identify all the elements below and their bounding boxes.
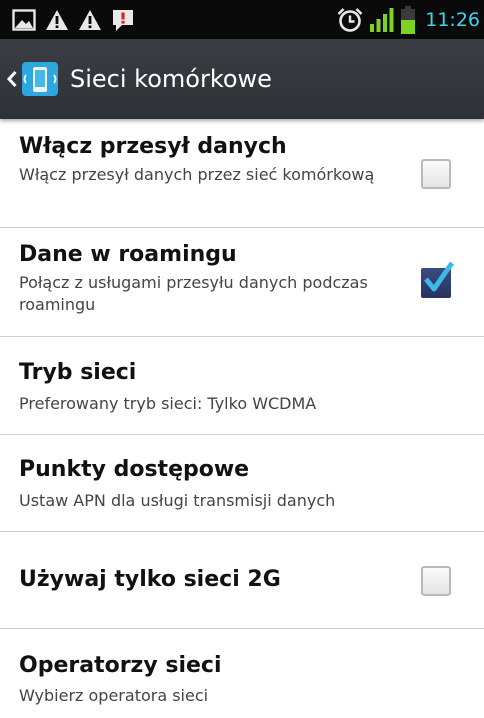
page-title: Sieci komórkowe xyxy=(70,65,272,93)
warning-icon xyxy=(79,9,101,30)
chevron-left-icon xyxy=(6,70,17,88)
action-bar: Sieci komórkowe xyxy=(0,39,484,119)
setting-network-operators[interactable]: Operatorzy sieci Wybierz operatora sieci xyxy=(0,629,484,718)
back-button[interactable] xyxy=(0,39,60,119)
message-alert-icon xyxy=(113,9,133,31)
notification-icons xyxy=(12,0,144,39)
checkmark-icon xyxy=(424,261,455,292)
status-bar: 11:26 xyxy=(0,0,484,39)
setting-enable-data[interactable]: Włącz przesył danych Włącz przesył danyc… xyxy=(0,119,484,228)
setting-summary: Preferowany tryb sieci: Tylko WCDMA xyxy=(19,394,317,413)
setting-access-points[interactable]: Punkty dostępowe Ustaw APN dla usługi tr… xyxy=(0,435,484,532)
setting-summary: Wybierz operatora sieci xyxy=(19,686,209,705)
setting-title: Punkty dostępowe xyxy=(19,457,250,482)
data-roaming-checkbox[interactable] xyxy=(421,261,455,298)
setting-use-2g-only[interactable]: Używaj tylko sieci 2G xyxy=(0,532,484,629)
setting-title: Tryb sieci xyxy=(19,360,137,385)
settings-list: Włącz przesył danych Włącz przesył danyc… xyxy=(0,119,484,718)
clock: 11:26 xyxy=(425,8,480,31)
alarm-clock-icon xyxy=(337,7,363,32)
setting-title: Włącz przesył danych xyxy=(19,134,287,159)
use-2g-only-checkbox[interactable] xyxy=(421,566,451,596)
battery-icon xyxy=(401,5,416,34)
setting-data-roaming[interactable]: Dane w roamingu Połącz z usługami przesy… xyxy=(0,228,484,337)
signal-bars-icon xyxy=(370,7,394,32)
warning-icon xyxy=(46,9,68,30)
mobile-network-icon xyxy=(22,62,58,96)
setting-summary: Połącz z usługami przesyłu danych podcza… xyxy=(19,273,368,314)
setting-summary: Włącz przesył danych przez sieć komórkow… xyxy=(19,165,375,184)
enable-data-checkbox[interactable] xyxy=(421,159,451,189)
setting-network-mode[interactable]: Tryb sieci Preferowany tryb sieci: Tylko… xyxy=(0,337,484,435)
system-status: 11:26 xyxy=(337,0,480,39)
setting-title: Używaj tylko sieci 2G xyxy=(19,567,281,592)
setting-title: Operatorzy sieci xyxy=(19,653,222,678)
setting-title: Dane w roamingu xyxy=(19,242,237,267)
setting-summary: Ustaw APN dla usługi transmisji danych xyxy=(19,491,336,510)
gallery-icon xyxy=(12,8,36,31)
